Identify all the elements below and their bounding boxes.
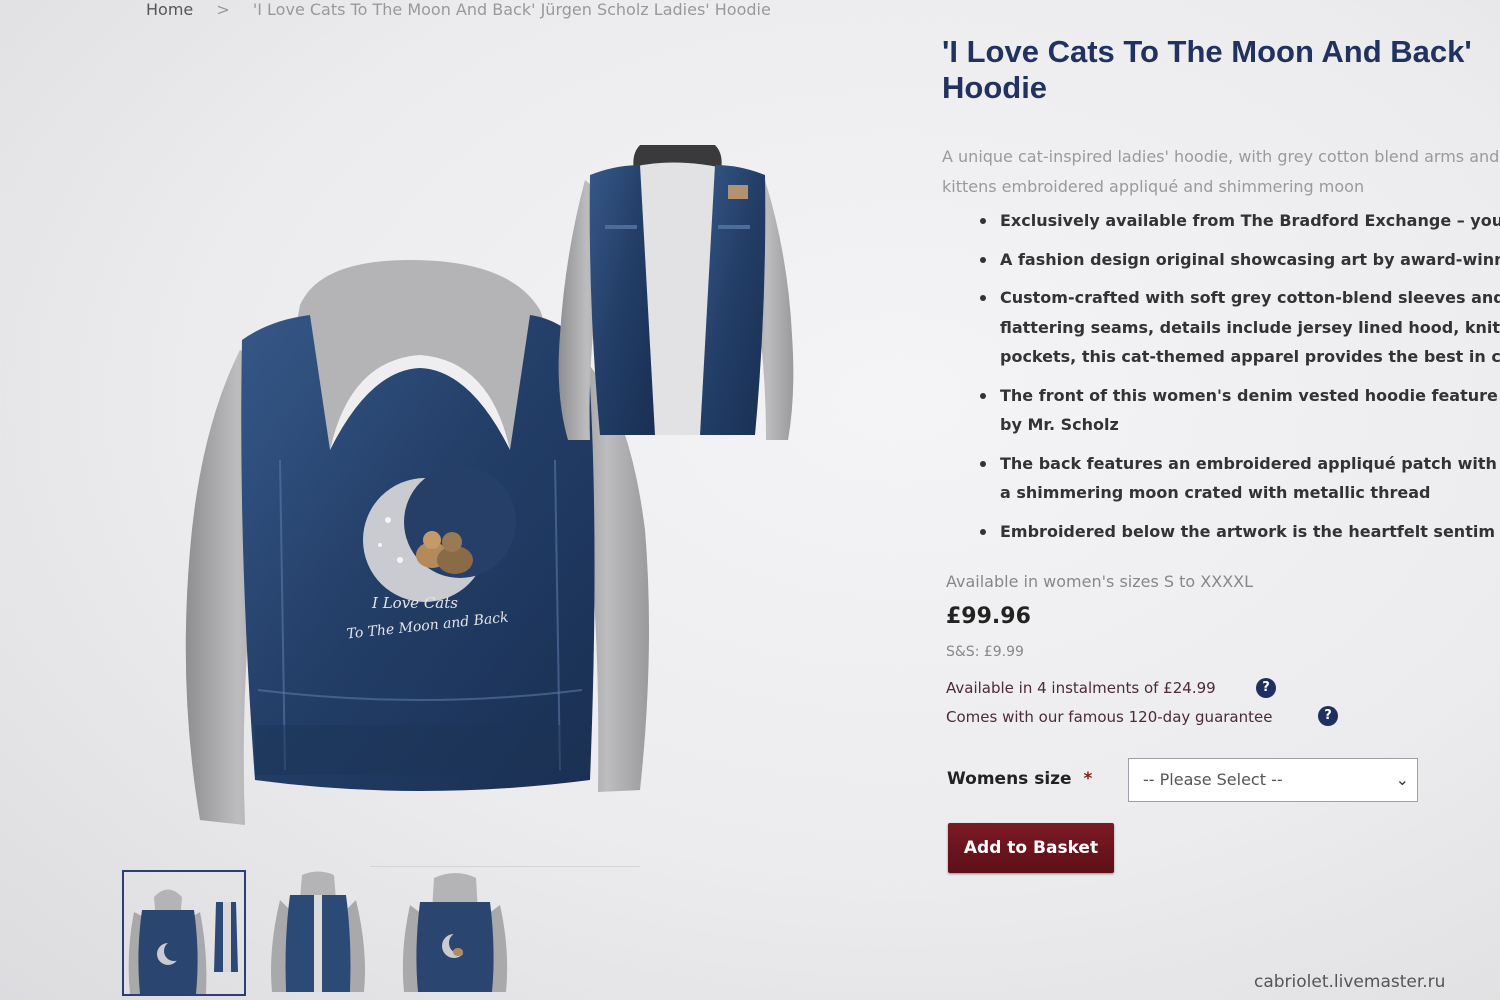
feature-line: by Mr. Scholz	[1000, 415, 1119, 434]
watermark-text: cabriolet.livemaster.ru	[1254, 972, 1446, 992]
required-marker: *	[1083, 769, 1093, 789]
guarantee-text: Comes with our famous 120-day guarantee	[946, 708, 1273, 726]
feature-item: The back features an embroidered appliqu…	[942, 449, 1500, 508]
help-icon[interactable]: ?	[1256, 678, 1276, 698]
instalments-text: Available in 4 instalments of £24.99	[946, 679, 1216, 697]
thumbnail-1[interactable]	[122, 870, 246, 996]
feature-item: The front of this women's denim vested h…	[942, 381, 1500, 440]
feature-line: Exclusively available from The Bradford …	[1000, 211, 1500, 230]
chevron-down-icon: ⌄	[1395, 770, 1409, 789]
size-select[interactable]: -- Please Select -- ⌄	[1128, 758, 1418, 802]
thumbnail-3[interactable]	[396, 870, 520, 996]
feature-line: pockets, this cat-themed apparel provide…	[1000, 347, 1500, 366]
product-title-line2: Hoodie	[942, 70, 1048, 105]
breadcrumb-separator: >	[216, 0, 230, 19]
breadcrumb-home-link[interactable]: Home	[146, 0, 193, 19]
feature-line: Embroidered below the artwork is the hea…	[1000, 521, 1495, 541]
size-label: Womens size *	[947, 769, 1092, 789]
feature-item: Custom-crafted with soft grey cotton-ble…	[942, 283, 1500, 372]
price: £99.96	[946, 604, 1031, 629]
feature-line: The front of this women's denim vested h…	[1000, 385, 1498, 405]
product-title-line1: 'I Love Cats To The Moon And Back'	[942, 34, 1472, 69]
shipping-cost: S&S: £9.99	[946, 644, 1024, 660]
feature-item: Exclusively available from The Bradford …	[942, 206, 1500, 236]
size-select-value: -- Please Select --	[1143, 770, 1283, 789]
feature-item: Embroidered below the artwork is the hea…	[942, 517, 1500, 547]
product-description: A unique cat-inspired ladies' hoodie, wi…	[942, 142, 1500, 202]
breadcrumb: Home > 'I Love Cats To The Moon And Back…	[146, 0, 771, 19]
embroidery-text-line1: I Love Cats	[371, 594, 458, 612]
feature-line: A fashion design original showcasing art…	[1000, 249, 1500, 269]
help-icon[interactable]: ?	[1318, 706, 1338, 726]
product-info: 'I Love Cats To The Moon And Back' Hoodi…	[942, 34, 1500, 555]
feature-line: a shimmering moon crated with metallic t…	[1000, 483, 1431, 502]
add-to-basket-button[interactable]: Add to Basket	[948, 823, 1114, 873]
product-description-line1: A unique cat-inspired ladies' hoodie, wi…	[942, 147, 1500, 166]
sizes-note: Available in women's sizes S to XXXXL	[946, 572, 1254, 591]
thumbnail-divider	[370, 866, 640, 867]
size-label-text: Womens size	[947, 769, 1072, 789]
watermark: cabriolet.livemaster.ru	[1254, 972, 1445, 992]
feature-line: Custom-crafted with soft grey cotton-ble…	[1000, 288, 1500, 307]
feature-line: flattering seams, details include jersey…	[1000, 317, 1500, 337]
feature-item: A fashion design original showcasing art…	[942, 245, 1500, 275]
breadcrumb-current: 'I Love Cats To The Moon And Back' Jürge…	[252, 0, 771, 19]
product-title: 'I Love Cats To The Moon And Back' Hoodi…	[942, 34, 1500, 106]
main-product-image[interactable]: I Love Cats To The Moon and Back	[170, 130, 820, 830]
feature-list: Exclusively available from The Bradford …	[942, 206, 1500, 546]
feature-line: The back features an embroidered appliqu…	[1000, 453, 1497, 473]
thumbnail-2[interactable]	[258, 870, 382, 996]
thumbnail-strip	[120, 866, 640, 1000]
product-description-line2: kittens embroidered appliqué and shimmer…	[942, 177, 1365, 196]
